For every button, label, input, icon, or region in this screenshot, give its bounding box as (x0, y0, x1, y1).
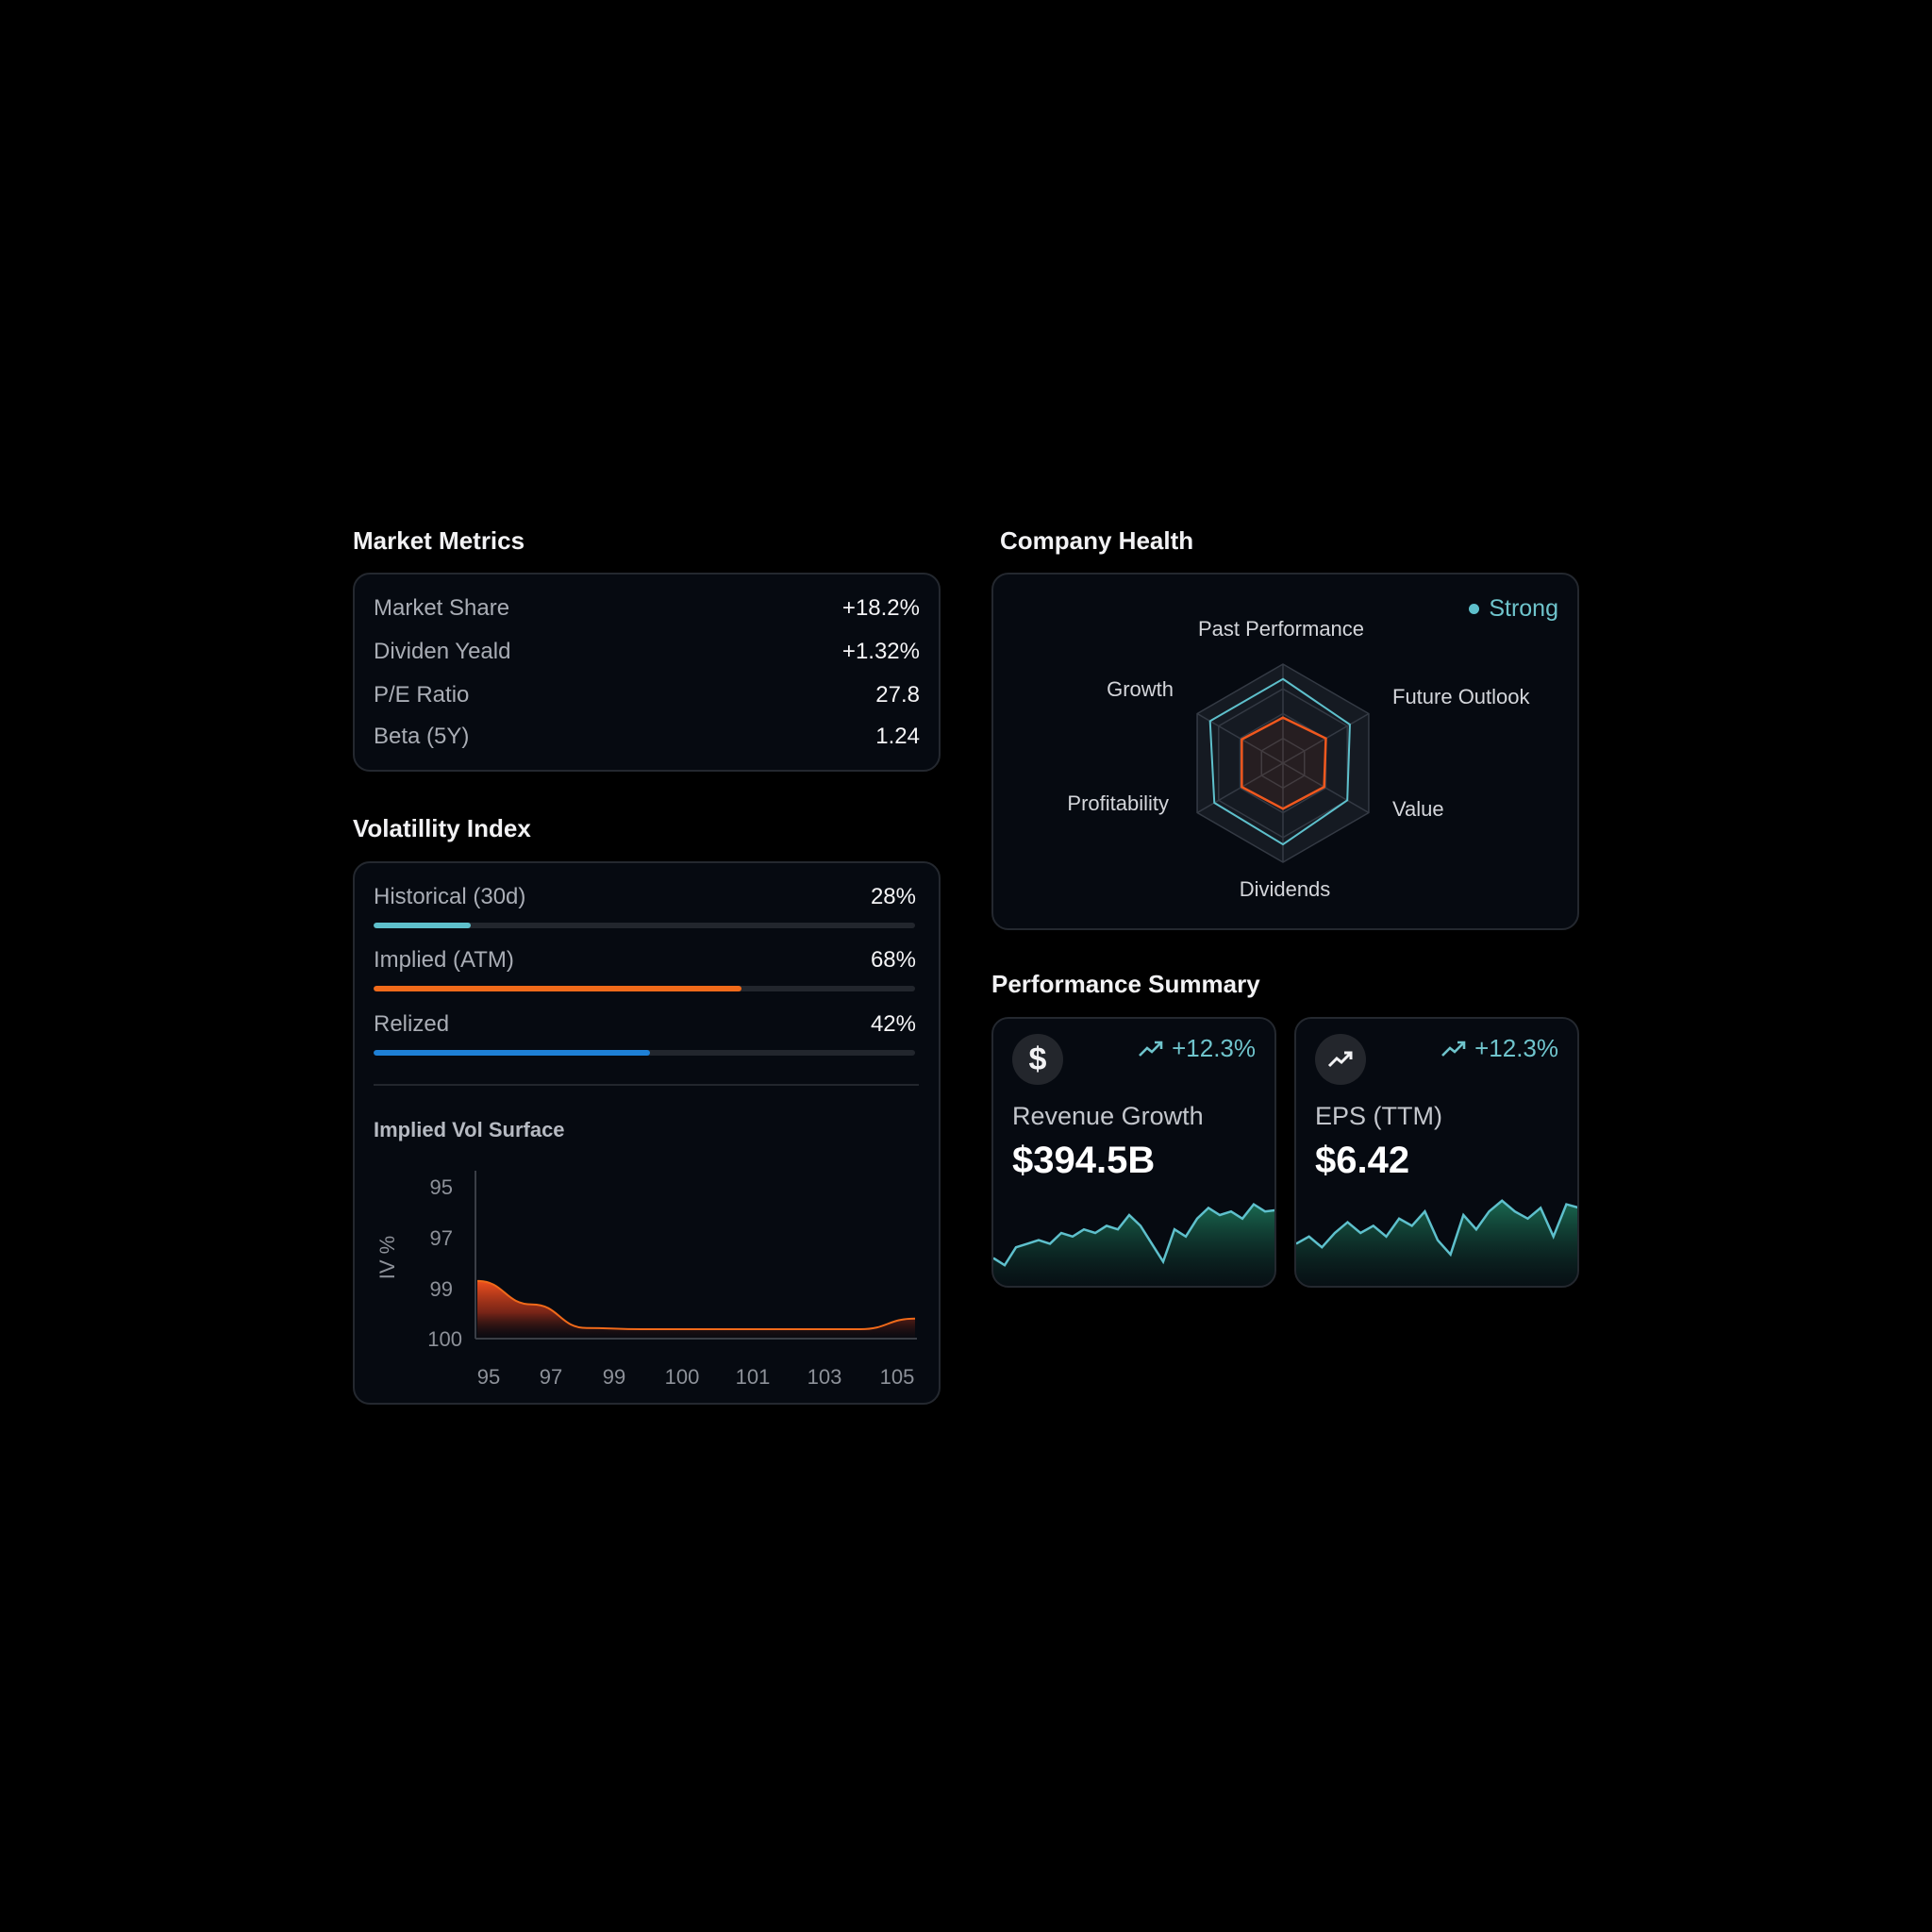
sparkline-area (1296, 1200, 1577, 1286)
divider (374, 1084, 919, 1086)
vol-bar-realized (374, 1050, 915, 1056)
vol-bar-historical (374, 923, 915, 928)
metric-value: 1.24 (875, 724, 920, 749)
company-health-card: Strong Past Performance Future Outlook V… (991, 573, 1579, 930)
metric-row-beta: Beta (5Y) 1.24 (374, 724, 920, 750)
vol-surface-chart: IV % 95 97 99 100 95 97 99 100 101 103 1… (375, 1171, 917, 1389)
eps-card: +12.3% EPS (TTM) $6.42 (1294, 1017, 1579, 1288)
metric-value: 27.8 (875, 682, 920, 708)
x-tick-label: 99 (603, 1365, 625, 1389)
eps-sparkline (1296, 1199, 1577, 1286)
metric-row-pe-ratio: P/E Ratio 27.8 (374, 682, 920, 708)
vol-row-realized: Relized 42% (374, 1011, 916, 1038)
vol-value: 68% (870, 947, 916, 973)
x-tick-label: 101 (736, 1365, 771, 1389)
change-value: +12.3% (1172, 1034, 1256, 1062)
revenue-growth-card: $ +12.3% Revenue Growth $394.5B (991, 1017, 1276, 1288)
metric-label: EPS (TTM) (1315, 1102, 1442, 1130)
radar-axis-label: Future Outlook (1392, 685, 1531, 708)
sparkline-area (993, 1204, 1274, 1286)
metric-value: $6.42 (1315, 1140, 1410, 1181)
revenue-sparkline (993, 1202, 1274, 1286)
radar-axis-label: Past Performance (1198, 617, 1364, 641)
x-tick-label: 105 (880, 1365, 915, 1389)
metric-label: P/E Ratio (374, 682, 470, 708)
trending-up-icon (1315, 1034, 1366, 1085)
metric-label: Revenue Growth (1012, 1102, 1204, 1130)
y-tick-label: 99 (430, 1277, 453, 1301)
volatility-index-card: Historical (30d) 28% Implied (ATM) 68% R… (353, 861, 941, 1405)
company-health-title: Company Health (1000, 526, 1194, 555)
metric-label: Market Share (374, 595, 510, 621)
dollar-icon: $ (1012, 1034, 1063, 1085)
trending-up-icon (1139, 1041, 1163, 1057)
trending-up-icon (1441, 1041, 1466, 1057)
y-tick-label: 100 (427, 1327, 462, 1351)
vol-label: Historical (30d) (374, 884, 526, 909)
y-axis-title: IV % (375, 1236, 399, 1279)
vol-label: Relized (374, 1011, 450, 1037)
metric-label: Dividen Yeald (374, 639, 511, 664)
x-tick-label: 103 (808, 1365, 842, 1389)
change-indicator: +12.3% (1138, 1034, 1256, 1063)
vol-value: 28% (870, 884, 916, 909)
performance-summary-title: Performance Summary (991, 970, 1260, 998)
metric-label: Beta (5Y) (374, 724, 470, 749)
y-tick-label: 97 (430, 1226, 453, 1250)
y-tick-label: 95 (430, 1175, 453, 1199)
vol-row-implied: Implied (ATM) 68% (374, 947, 916, 974)
metric-value: +1.32% (841, 639, 920, 664)
metric-value: +18.2% (841, 595, 920, 621)
vol-bar-fill (374, 923, 472, 928)
change-indicator: +12.3% (1441, 1034, 1558, 1063)
x-tick-label: 100 (665, 1365, 700, 1389)
market-metrics-card: Market Share +18.2% Dividen Yeald +1.32%… (353, 573, 941, 772)
company-health-radar: Past Performance Future Outlook Value Di… (1067, 617, 1531, 901)
radar-axis-label: Growth (1107, 677, 1174, 701)
change-value: +12.3% (1474, 1034, 1558, 1062)
x-tick-label: 97 (540, 1365, 562, 1389)
vol-bar-fill (374, 1050, 650, 1056)
market-metrics-title: Market Metrics (353, 526, 525, 555)
radar-axis-label: Profitability (1067, 791, 1169, 815)
volatility-index-title: Volatillity Index (353, 814, 531, 842)
metric-row-market-share: Market Share +18.2% (374, 595, 920, 622)
metric-value: $394.5B (1012, 1140, 1156, 1181)
vol-label: Implied (ATM) (374, 947, 514, 973)
vol-value: 42% (870, 1011, 916, 1037)
metric-row-dividend-yield: Dividen Yeald +1.32% (374, 639, 920, 665)
vol-row-historical: Historical (30d) 28% (374, 884, 916, 910)
vol-bar-fill (374, 986, 742, 991)
vol-surface-title: Implied Vol Surface (374, 1118, 565, 1141)
radar-axis-label: Value (1392, 797, 1444, 821)
vol-bar-implied (374, 986, 915, 991)
radar-axis-label: Dividends (1240, 877, 1331, 901)
x-tick-label: 95 (477, 1365, 500, 1389)
